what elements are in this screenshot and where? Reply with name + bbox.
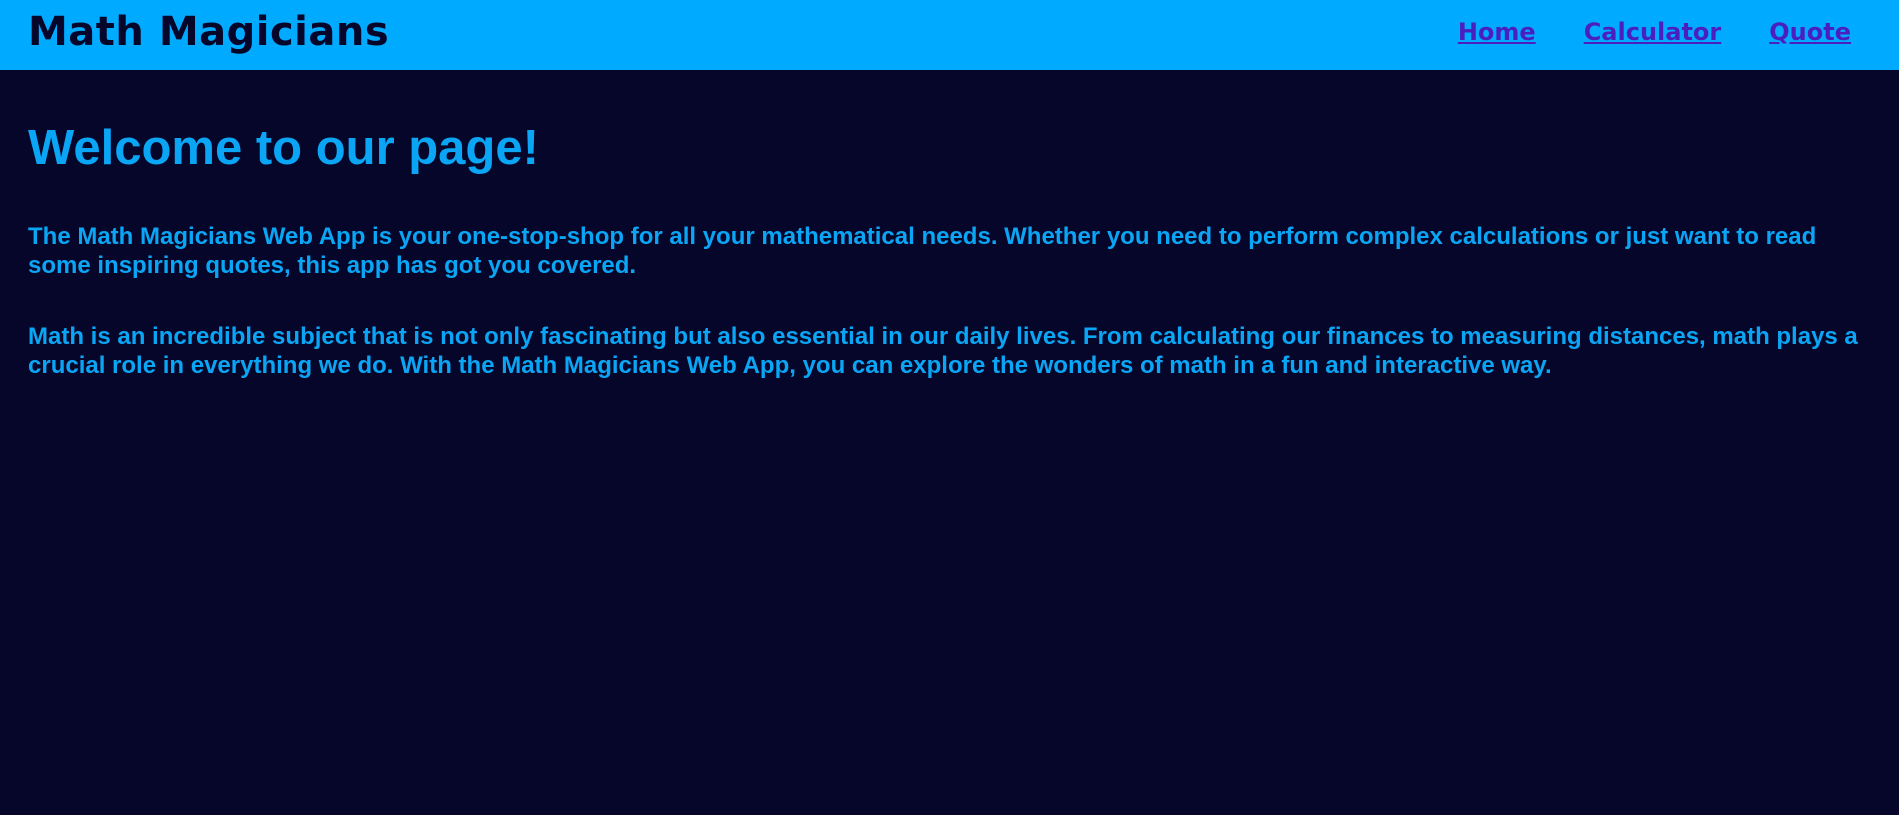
nav-item-calculator: Calculator	[1584, 18, 1722, 46]
main-content: Welcome to our page! The Math Magicians …	[28, 70, 1873, 380]
math-paragraph: Math is an incredible subject that is no…	[28, 323, 1858, 379]
intro-paragraph: The Math Magicians Web App is your one-s…	[28, 223, 1817, 279]
nav-item-quote: Quote	[1769, 18, 1851, 46]
top-navbar: Math Magicians Home Calculator Quote	[0, 0, 1899, 70]
nav-link-home[interactable]: Home	[1458, 18, 1536, 46]
app-title: Math Magicians	[28, 9, 390, 55]
page-heading: Welcome to our page!	[28, 121, 539, 175]
nav-item-home: Home	[1458, 18, 1536, 46]
nav-link-quote[interactable]: Quote	[1769, 18, 1851, 46]
nav-link-calculator[interactable]: Calculator	[1584, 18, 1722, 46]
nav-links: Home Calculator Quote	[1458, 0, 1851, 64]
